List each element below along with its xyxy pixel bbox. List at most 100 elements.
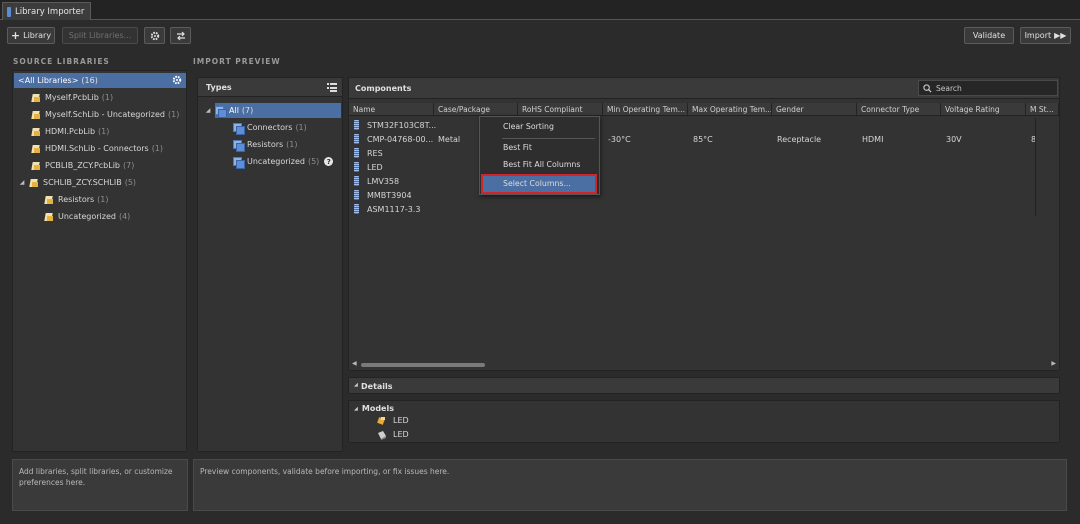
type-item-label: All <box>229 106 239 115</box>
column-header-name[interactable]: Name <box>349 103 434 115</box>
list-view-icon[interactable] <box>327 82 337 92</box>
source-item-count: (7) <box>123 161 135 170</box>
scroll-right-arrow-icon[interactable]: ▶ <box>1051 360 1056 367</box>
source-item-resistors[interactable]: Resistors (1) <box>44 192 109 207</box>
cell-min-temp: -30°C <box>608 135 631 144</box>
menu-item-best-fit[interactable]: Best Fit <box>480 139 599 156</box>
model-item-label: LED <box>393 416 409 425</box>
models-panel: ◢ Models LED LED <box>348 400 1060 443</box>
menu-separator <box>502 174 595 175</box>
tab-library-importer[interactable]: Library Importer <box>2 2 92 20</box>
component-type-icon <box>233 122 245 135</box>
type-item-all[interactable]: ◢ All (7) <box>204 103 253 118</box>
component-icon <box>354 120 359 130</box>
cell-connector-type: HDMI <box>862 135 884 144</box>
component-icon <box>354 134 359 144</box>
cell-name: MMBT3904 <box>367 190 412 200</box>
component-type-icon <box>233 139 245 152</box>
library-icon <box>31 127 41 137</box>
table-row[interactable]: MMBT3904 <box>349 188 1035 202</box>
column-header-m-st[interactable]: M St... <box>1026 103 1059 115</box>
source-item-myself-schlib[interactable]: Myself.SchLib - Uncategorized (1) <box>31 107 179 122</box>
search-input[interactable]: Search <box>918 80 1058 96</box>
menu-item-best-fit-all-columns[interactable]: Best Fit All Columns <box>480 156 599 173</box>
gear-icon[interactable] <box>172 75 182 85</box>
library-icon <box>31 161 41 171</box>
split-libraries-button[interactable]: Split Libraries... <box>62 27 138 44</box>
column-header-min-operating-temp[interactable]: Min Operating Tem... <box>603 103 688 115</box>
source-item-hdmi-pcblib[interactable]: HDMI.PcbLib (1) <box>31 124 109 139</box>
scroll-left-arrow-icon[interactable]: ◀ <box>352 360 357 367</box>
validate-button[interactable]: Validate <box>964 27 1014 44</box>
library-icon <box>31 144 41 154</box>
horizontal-scrollbar[interactable]: ◀ ▶ <box>349 360 1059 370</box>
preview-hint: Preview components, validate before impo… <box>193 459 1067 511</box>
horizontal-scrollbar-thumb[interactable] <box>361 363 485 367</box>
source-item-all-libraries[interactable]: <All Libraries> (16) <box>18 73 186 88</box>
cell-name: RES <box>367 148 383 158</box>
collapse-triangle-icon[interactable]: ◢ <box>204 107 212 114</box>
swap-button[interactable] <box>170 27 191 44</box>
table-row[interactable]: LED <box>349 160 1035 174</box>
menu-item-select-columns[interactable]: Select Columns... <box>481 174 597 194</box>
table-row[interactable]: LMV358 <box>349 174 1035 188</box>
source-libraries-panel: <All Libraries> (16) Myself.PcbLib (1) M… <box>12 70 187 452</box>
source-item-count: (16) <box>81 76 98 85</box>
type-item-count: (1) <box>286 140 298 149</box>
add-library-label: Library <box>23 31 52 40</box>
source-item-hdmi-schlib[interactable]: HDMI.SchLib - Connectors (1) <box>31 141 163 156</box>
component-icon <box>354 148 359 158</box>
column-header-case-package[interactable]: Case/Package <box>434 103 518 115</box>
source-item-label: Myself.PcbLib <box>45 93 99 102</box>
library-icon <box>44 195 54 205</box>
source-item-schlib-zcy[interactable]: ◢ SCHLIB_ZCY.SCHLIB (5) <box>18 175 136 190</box>
cell-name: ASM1117-3.3 <box>367 204 421 214</box>
table-row[interactable]: RES <box>349 146 1035 160</box>
source-item-label: HDMI.SchLib - Connectors <box>45 144 149 153</box>
source-item-pcblib-zcy[interactable]: PCBLIB_ZCY.PcbLib (7) <box>31 158 134 173</box>
import-button[interactable]: Import ▶▶ <box>1020 27 1071 44</box>
settings-button[interactable] <box>144 27 165 44</box>
swap-arrows-icon <box>176 31 185 40</box>
source-item-label: SCHLIB_ZCY.SCHLIB <box>43 178 122 187</box>
column-header-gender[interactable]: Gender <box>772 103 857 115</box>
type-item-label: Uncategorized <box>247 157 305 166</box>
import-preview-title: IMPORT PREVIEW <box>193 57 281 66</box>
library-icon <box>44 212 54 222</box>
column-header-connector-type[interactable]: Connector Type <box>857 103 941 115</box>
collapse-triangle-icon: ◢ <box>354 382 358 388</box>
source-item-label: PCBLIB_ZCY.PcbLib <box>45 161 120 170</box>
column-header-max-operating-temp[interactable]: Max Operating Tem... <box>688 103 772 115</box>
source-item-uncategorized[interactable]: Uncategorized (4) <box>44 209 130 224</box>
footprint-icon <box>377 416 385 425</box>
type-item-resistors[interactable]: Resistors (1) <box>233 137 298 152</box>
type-item-connectors[interactable]: Connectors (1) <box>233 120 307 135</box>
source-item-label: <All Libraries> <box>18 76 79 85</box>
type-item-uncategorized[interactable]: Uncategorized (5) ? <box>233 154 334 169</box>
components-column-header: Name Case/Package RoHS Compliant Min Ope… <box>349 103 1059 116</box>
table-row[interactable]: STM32F103C8T... <box>349 118 1035 132</box>
source-hint: Add libraries, split libraries, or custo… <box>12 459 188 511</box>
details-title: Details <box>361 382 393 391</box>
source-item-myself-pcblib[interactable]: Myself.PcbLib (1) <box>31 90 113 105</box>
cell-case-package: Metal <box>438 135 461 144</box>
model-item-symbol[interactable]: LED <box>377 427 409 442</box>
menu-item-clear-sorting[interactable]: Clear Sorting <box>480 118 599 135</box>
tab-title: Library Importer <box>15 6 85 17</box>
source-item-label: Uncategorized <box>58 212 116 221</box>
table-row[interactable]: CMP-04768-00... Metal -30°C 85°C Recepta… <box>349 132 1036 146</box>
help-icon[interactable]: ? <box>324 157 334 166</box>
column-header-voltage-rating[interactable]: Voltage Rating <box>941 103 1026 115</box>
source-item-count: (1) <box>97 195 109 204</box>
cell-name: LED <box>367 162 383 172</box>
model-item-footprint[interactable]: LED <box>377 413 409 428</box>
collapse-triangle-icon[interactable]: ◢ <box>18 179 26 186</box>
details-header[interactable]: ◢ Details <box>348 377 1060 394</box>
table-row[interactable]: ASM1117-3.3 <box>349 202 1035 216</box>
import-label: Import <box>1024 31 1052 40</box>
source-item-label: HDMI.PcbLib <box>45 127 96 136</box>
column-header-rohs-compliant[interactable]: RoHS Compliant <box>518 103 603 115</box>
type-item-label: Connectors <box>247 123 293 132</box>
add-library-button[interactable]: + Library <box>7 27 55 44</box>
models-title: Models <box>361 404 394 413</box>
